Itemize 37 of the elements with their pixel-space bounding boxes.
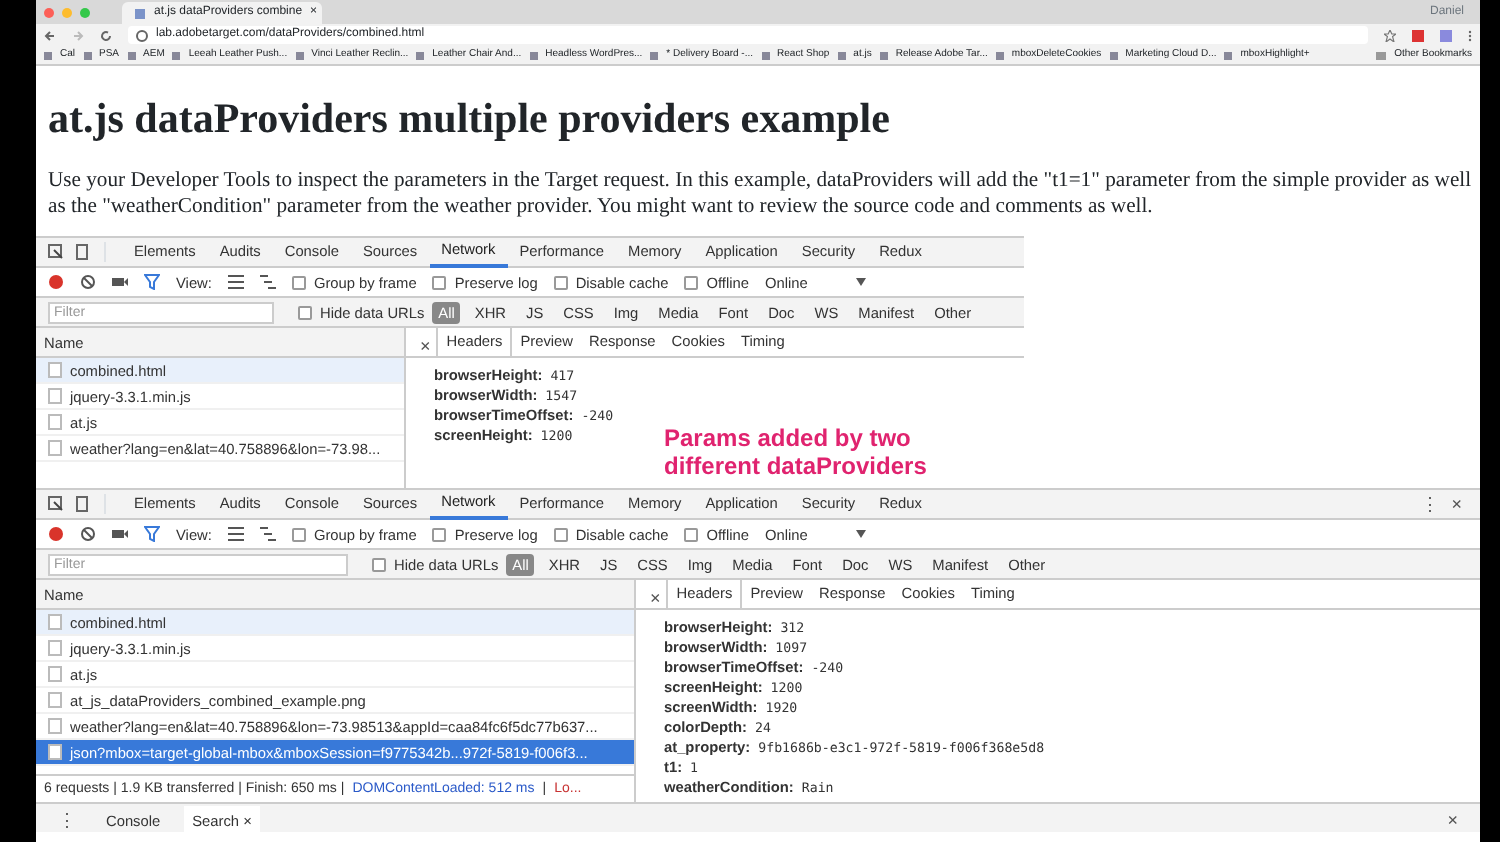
waterfall-icon[interactable] — [259, 526, 276, 543]
more-options-button[interactable]: ⋮ — [1415, 495, 1446, 514]
page-heading: at.js dataProviders multiple providers example — [48, 94, 892, 145]
clear-icon[interactable] — [80, 526, 96, 543]
list-view-icon[interactable] — [227, 526, 244, 543]
checkbox[interactable] — [291, 527, 306, 542]
waterfall-icon[interactable] — [259, 274, 276, 291]
record-icon[interactable] — [48, 274, 64, 291]
inspect-icon[interactable] — [48, 244, 64, 261]
checkbox[interactable] — [684, 527, 699, 542]
more-options-button[interactable]: ⋮ — [52, 811, 82, 830]
caret-icon — [855, 278, 866, 287]
record-icon[interactable] — [48, 526, 64, 543]
caret-icon — [855, 530, 866, 539]
filter-icon[interactable] — [144, 526, 160, 543]
inspect-icon[interactable] — [48, 496, 64, 513]
checkbox[interactable] — [298, 305, 312, 320]
filter-icon[interactable] — [144, 274, 160, 291]
checkbox[interactable] — [432, 275, 447, 290]
checkbox[interactable] — [553, 275, 568, 290]
reload-icon[interactable] — [100, 29, 112, 41]
list-view-icon[interactable] — [227, 274, 244, 291]
clear-icon[interactable] — [80, 274, 96, 291]
star-icon[interactable] — [1384, 29, 1396, 41]
checkbox[interactable] — [684, 275, 699, 290]
close-button[interactable]: × — [644, 590, 667, 609]
back-icon[interactable] — [44, 29, 56, 41]
checkbox[interactable] — [372, 557, 386, 572]
close-button[interactable]: × — [1441, 811, 1464, 830]
checkbox[interactable] — [432, 527, 447, 542]
checkbox[interactable] — [553, 527, 568, 542]
close-button[interactable]: × — [1445, 495, 1468, 514]
page-paragraph: Use your Developer Tools to inspect the parameters in the Target request. In this example, dataProviders will add the "t1=1" parameter from the simple provider as well as the "weatherCondition" parameter from the weather provider. You might want to review the source code and comments as well. — [48, 168, 1472, 221]
close-button[interactable]: × — [414, 338, 437, 357]
device-icon[interactable] — [72, 244, 88, 261]
checkbox[interactable] — [291, 275, 306, 290]
device-icon[interactable] — [72, 496, 88, 513]
